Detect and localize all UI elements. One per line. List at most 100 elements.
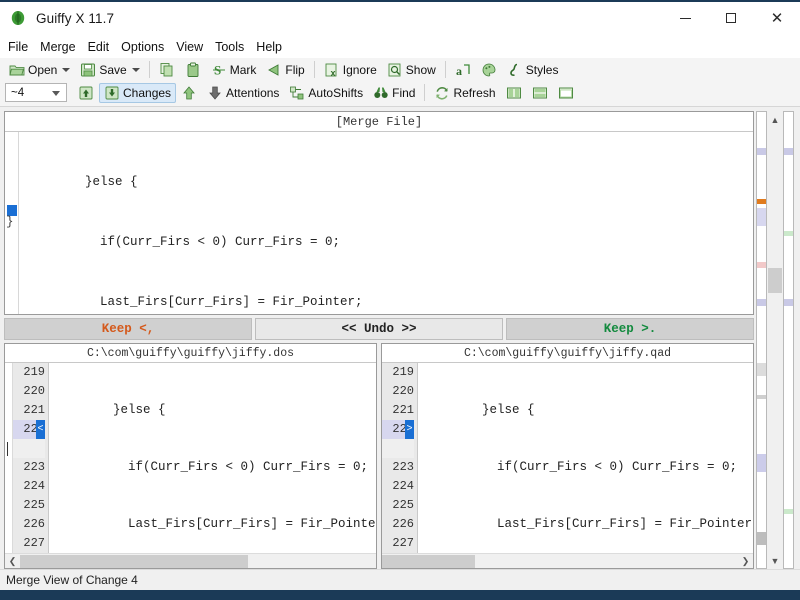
autoshifts-label: AutoShifts	[308, 86, 363, 100]
menu-tools[interactable]: Tools	[209, 38, 250, 57]
merge-line-text: }else {	[25, 175, 138, 189]
right-hscroll-track[interactable]	[382, 554, 738, 569]
diff-band	[757, 299, 766, 306]
code-line[interactable]: if(Curr_Firs < 0) Curr_Firs = 0;	[418, 458, 753, 477]
menu-options[interactable]: Options	[115, 38, 170, 57]
window-controls: ✕	[662, 0, 800, 36]
right-code-area[interactable]: }else { if(Curr_Firs < 0) Curr_Firs = 0;…	[418, 363, 753, 553]
layout-vertical-button[interactable]	[501, 83, 527, 103]
code-line[interactable]: }else {	[49, 401, 376, 420]
menu-view[interactable]: View	[170, 38, 209, 57]
vscroll-track[interactable]	[767, 128, 783, 552]
merge-file-body[interactable]: } }else { if(Curr_Firs < 0) Curr_Firs = …	[5, 132, 753, 314]
refresh-icon	[434, 85, 450, 101]
diff-band	[784, 148, 793, 155]
line-number: 222 >	[382, 420, 414, 439]
save-label: Save	[99, 63, 126, 77]
right-line-numbers: 219 220 221 222 > 223 224 225 226	[382, 363, 418, 553]
copy-button[interactable]	[154, 60, 180, 80]
code-line[interactable]: if(Curr_Firs < 0) Curr_Firs = 0;	[49, 458, 376, 477]
ignore-button[interactable]: x Ignore	[319, 60, 382, 80]
right-diff-map[interactable]	[783, 111, 794, 569]
scroll-right-icon[interactable]: ❯	[738, 554, 753, 569]
diff-band	[757, 262, 766, 267]
window-title: Guiffy X 11.7	[36, 11, 114, 26]
styles-button[interactable]: Styles	[502, 60, 564, 80]
merge-line-text: Last_Firs[Curr_Firs] = Fir_Pointer;	[25, 295, 363, 309]
layout-split-horizontal-icon	[532, 85, 548, 101]
mark-label: Mark	[230, 63, 257, 77]
merge-code-area[interactable]: }else { if(Curr_Firs < 0) Curr_Firs = 0;…	[19, 132, 753, 314]
merge-line[interactable]: Last_Firs[Curr_Firs] = Fir_Pointer;	[19, 292, 753, 312]
changes-button[interactable]: Changes	[99, 83, 176, 103]
menu-merge[interactable]: Merge	[34, 38, 81, 57]
right-change-marker[interactable]: >	[405, 420, 414, 439]
toolbars: Open Save	[0, 58, 800, 107]
vscroll-thumb[interactable]	[768, 268, 782, 293]
toolbar-separator	[314, 61, 315, 78]
left-hscroll-track[interactable]	[20, 554, 376, 569]
refresh-button[interactable]: Refresh	[429, 83, 500, 103]
attention-down-button[interactable]: Attentions	[202, 83, 284, 103]
line-number: 227	[382, 534, 414, 553]
attentions-label: Attentions	[226, 86, 279, 100]
menu-file[interactable]: File	[2, 38, 34, 57]
left-code-area[interactable]: }else { if(Curr_Firs < 0) Curr_Firs = 0;…	[49, 363, 376, 553]
left-diff-map[interactable]	[756, 111, 767, 569]
prev-change-button[interactable]	[73, 83, 99, 103]
flip-button[interactable]: Flip	[261, 60, 309, 80]
menu-edit[interactable]: Edit	[82, 38, 116, 57]
code-line[interactable]: Last_Firs[Curr_Firs] = Fir_Pointer;	[49, 515, 376, 534]
ignore-icon: x	[324, 62, 340, 78]
vertical-scrollbar[interactable]: ▲ ▼	[767, 111, 783, 569]
left-hscrollbar[interactable]: ❮	[5, 553, 376, 568]
font-button[interactable]: a	[450, 60, 476, 80]
styles-curve-icon	[507, 62, 523, 78]
find-button[interactable]: Find	[368, 83, 420, 103]
right-scroll-column: ▲ ▼	[756, 111, 798, 569]
layout-single-button[interactable]	[553, 83, 579, 103]
left-hscroll-thumb[interactable]	[20, 555, 248, 568]
attention-up-button[interactable]	[176, 83, 202, 103]
left-gutter[interactable]	[5, 363, 13, 553]
right-file-body[interactable]: 219 220 221 222 > 223 224 225 226	[382, 363, 753, 553]
merge-line[interactable]: }else {	[19, 172, 753, 192]
layout-horizontal-button[interactable]	[527, 83, 553, 103]
palette-button[interactable]	[476, 60, 502, 80]
keep-left-button[interactable]: Keep <,	[4, 318, 252, 340]
right-hscroll-thumb[interactable]	[382, 555, 475, 568]
scroll-left-icon[interactable]: ❮	[5, 554, 20, 569]
autoshifts-button[interactable]: AutoShifts	[284, 83, 368, 103]
merge-line[interactable]: if(Curr_Firs < 0) Curr_Firs = 0;	[19, 232, 753, 252]
menu-help[interactable]: Help	[250, 38, 288, 57]
refresh-label: Refresh	[453, 86, 495, 100]
maximize-button[interactable]	[708, 0, 754, 36]
open-dropdown-caret-icon[interactable]	[62, 68, 70, 72]
save-dropdown-caret-icon[interactable]	[132, 68, 140, 72]
scroll-down-icon[interactable]: ▼	[767, 552, 783, 569]
close-button[interactable]: ✕	[754, 0, 800, 36]
left-file-body[interactable]: 219 220 221 222 < 223 224 225 226	[5, 363, 376, 553]
file-panes: C:\com\guiffy\guiffy\jiffy.dos 219 220 2…	[4, 343, 754, 569]
paste-button[interactable]	[180, 60, 206, 80]
change-selector-combo[interactable]: ~4	[5, 83, 67, 102]
keep-right-button[interactable]: Keep >.	[506, 318, 754, 340]
minimize-button[interactable]	[662, 0, 708, 36]
line-number: 220	[13, 382, 45, 401]
merge-gutter[interactable]: }	[5, 132, 19, 314]
right-hscrollbar[interactable]: ❯	[382, 553, 753, 568]
code-line[interactable]: }else {	[418, 401, 753, 420]
save-button[interactable]: Save	[75, 60, 144, 80]
line-number: 221	[13, 401, 45, 420]
scroll-up-icon[interactable]: ▲	[767, 111, 783, 128]
panes-column: [Merge File] } }else { if(Curr_Firs < 0)…	[0, 107, 754, 569]
left-change-marker[interactable]: <	[36, 420, 45, 439]
show-button[interactable]: Show	[382, 60, 441, 80]
mark-button[interactable]: S Mark	[206, 60, 262, 80]
open-button[interactable]: Open	[4, 60, 75, 80]
guiffy-window: Guiffy X 11.7 ✕ File Merge Edit Options …	[0, 0, 800, 600]
chevron-down-icon[interactable]	[52, 91, 60, 96]
layout-split-vertical-icon	[506, 85, 522, 101]
code-line[interactable]: Last_Firs[Curr_Firs] = Fir_Pointer;	[418, 515, 753, 534]
undo-button[interactable]: << Undo >>	[255, 318, 503, 340]
